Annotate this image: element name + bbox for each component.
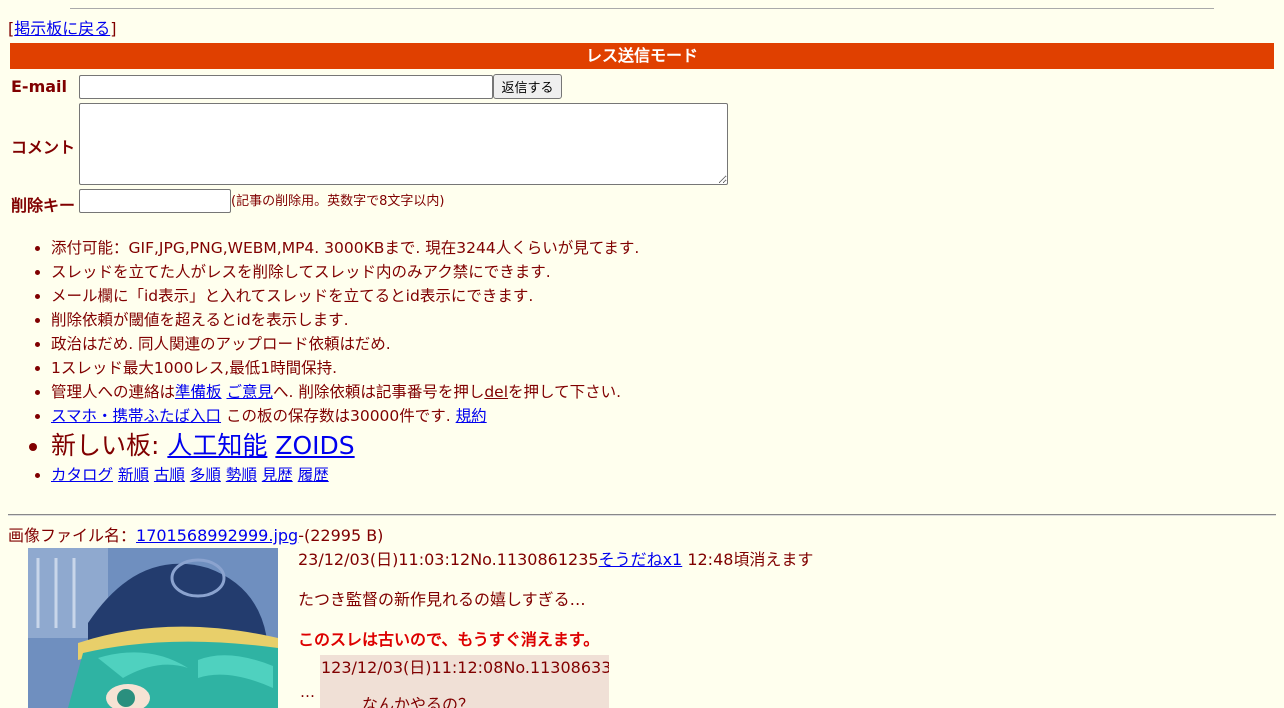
- image-file-link[interactable]: 1701568992999.jpg: [136, 526, 298, 545]
- bracket-close: ]: [110, 19, 117, 38]
- view-history-link[interactable]: 見歴: [262, 466, 293, 484]
- storage-text: この板の保存数は30000件です.: [221, 407, 456, 425]
- note-delete-threshold: 削除依頼が閾値を超えるとidを表示します.: [51, 308, 639, 332]
- feedback-link[interactable]: ご意見: [226, 383, 273, 401]
- note-contact: 管理人への連絡は準備板 ご意見へ. 削除依頼は記事番号を押しdelを押して下さい…: [51, 380, 639, 404]
- reply-indent-marker: …: [300, 683, 315, 701]
- mobile-entrance-link[interactable]: スマホ・携帯ふたば入口: [51, 407, 221, 425]
- reply-meta: 123/12/03(日)11:12:08No.1130863399+: [321, 656, 609, 680]
- board-notes-list: 添付可能：GIF,JPG,PNG,WEBM,MP4. 3000KBまで. 現在3…: [10, 236, 639, 487]
- file-label: 画像ファイル名：: [8, 526, 137, 545]
- note-new-boards: 新しい板: 人工知能 ZOIDS: [51, 428, 639, 463]
- file-info: 画像ファイル名：1701568992999.jpg-(22995 B): [8, 525, 383, 547]
- sort-many-link[interactable]: 多順: [190, 466, 221, 484]
- note-rules: 政治はだめ. 同人関連のアップロード依頼はだめ.: [51, 332, 639, 356]
- note-attachments: 添付可能：GIF,JPG,PNG,WEBM,MP4. 3000KBまで. 現在3…: [51, 236, 639, 260]
- back-nav: [掲示板に戻る]: [8, 19, 117, 39]
- note-thread-ban: スレッドを立てた人がレスを削除してスレッド内のみアク禁にできます.: [51, 260, 639, 284]
- prep-board-link[interactable]: 準備板: [175, 383, 222, 401]
- sort-new-link[interactable]: 新順: [118, 466, 149, 484]
- new-boards-prefix: 新しい板:: [51, 431, 168, 460]
- note-id-display: メール欄に「id表示」と入れてスレッドを立てるとid表示にできます.: [51, 284, 639, 308]
- back-to-board-link[interactable]: 掲示板に戻る: [14, 19, 110, 38]
- comment-textarea[interactable]: [79, 103, 728, 185]
- delete-key-label: 削除キー: [11, 196, 76, 215]
- thread-image-thumbnail[interactable]: [28, 548, 278, 708]
- note-sort-links: カタログ 新順 古順 多順 勢順 見歴 履歴: [51, 463, 639, 487]
- post-meta: 23/12/03(日)11:03:12No.1130861235そうだねx1 1…: [298, 549, 813, 571]
- email-field[interactable]: [79, 75, 493, 99]
- sort-momentum-link[interactable]: 勢順: [226, 466, 257, 484]
- old-thread-warning: このスレは古いので、もうすぐ消えます。: [298, 630, 600, 649]
- delete-key-note: (記事の削除用。英数字で8文字以内): [231, 194, 445, 209]
- note-retention: 1スレッド最大1000レス,最低1時間保持.: [51, 356, 639, 380]
- ai-board-link[interactable]: 人工知能: [167, 431, 267, 460]
- history-link[interactable]: 履歴: [298, 466, 329, 484]
- anime-character-illustration: [28, 548, 278, 708]
- reply-post: 123/12/03(日)11:12:08No.1130863399+ なんかやる…: [320, 655, 609, 708]
- sodane-button[interactable]: そうだねx1: [599, 550, 683, 569]
- catalog-link[interactable]: カタログ: [51, 466, 113, 484]
- top-divider: [70, 8, 1214, 9]
- post-number: 23/12/03(日)11:03:12No.1130861235: [298, 550, 599, 569]
- comment-label: コメント: [11, 138, 76, 157]
- zoids-board-link[interactable]: ZOIDS: [275, 431, 354, 460]
- reply-submit-button[interactable]: 返信する: [493, 74, 562, 99]
- note-mobile: スマホ・携帯ふたば入口 この板の保存数は30000件です. 規約: [51, 404, 639, 428]
- post-body: たつき監督の新作見れるの嬉しすぎる…: [298, 590, 586, 609]
- delete-key-field[interactable]: [79, 189, 231, 213]
- terms-link[interactable]: 規約: [456, 407, 487, 425]
- reply-number: 123/12/03(日)11:12:08No.1130863399: [321, 658, 609, 677]
- contact-suffix: を押して下さい.: [508, 383, 621, 401]
- sort-old-link[interactable]: 古順: [154, 466, 185, 484]
- section-divider: [8, 514, 1276, 516]
- file-size: -(22995 B): [298, 526, 384, 545]
- contact-middle: へ. 削除依頼は記事番号を押し: [272, 383, 485, 401]
- contact-prefix: 管理人への連絡は: [51, 383, 176, 401]
- expire-time: 12:48頃消えます: [682, 550, 814, 569]
- del-text: del: [484, 383, 509, 401]
- email-label: E-mail: [11, 77, 68, 96]
- reply-mode-bar: レス送信モード: [10, 43, 1274, 69]
- reply-body: なんかやるの？: [362, 695, 475, 708]
